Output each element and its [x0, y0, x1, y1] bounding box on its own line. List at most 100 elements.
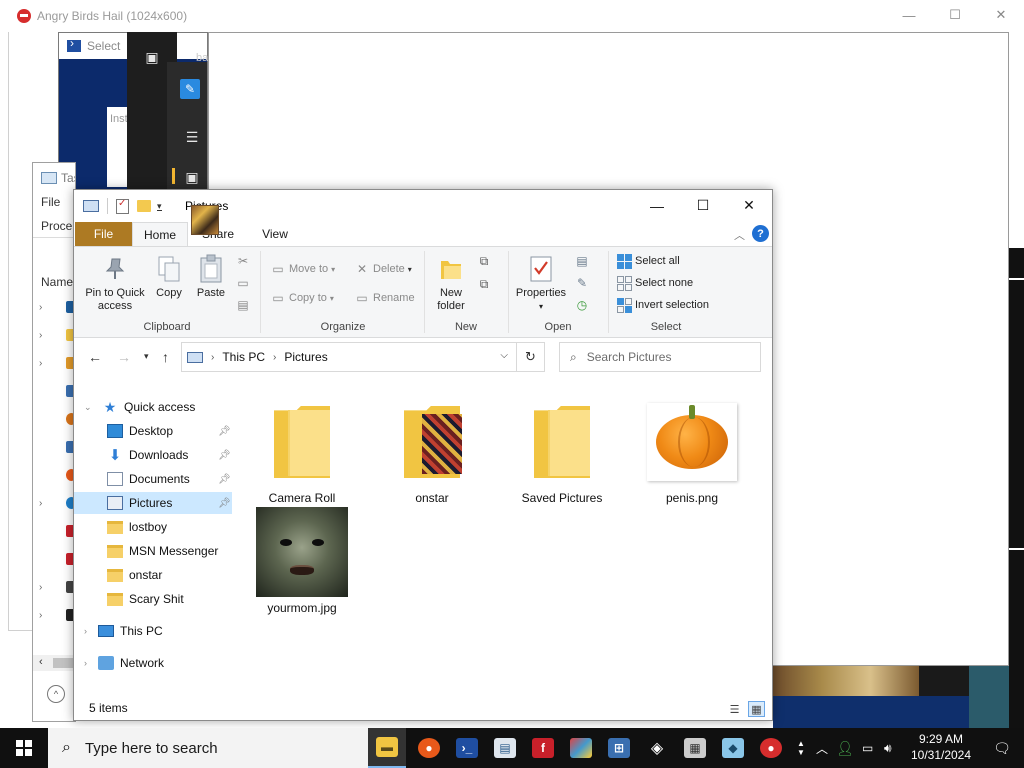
- taskbar-unity[interactable]: ◈: [638, 728, 676, 768]
- column-header-name[interactable]: Name: [41, 275, 73, 289]
- network-status-icon[interactable]: ▭: [862, 728, 880, 768]
- fewer-details-toggle[interactable]: ^ F: [39, 685, 75, 703]
- scroll-down-icon[interactable]: ▼: [797, 748, 805, 757]
- process-row[interactable]: [33, 405, 75, 433]
- back-arrow-icon[interactable]: ←: [88, 349, 102, 365]
- delete-button[interactable]: ✕ Delete ▾: [354, 261, 412, 277]
- properties-quick-icon[interactable]: [116, 198, 129, 214]
- close-button[interactable]: ✕: [726, 190, 772, 221]
- scroll-up-icon[interactable]: ▲: [797, 739, 805, 748]
- file-item-saved-pictures[interactable]: Saved Pictures: [514, 396, 610, 505]
- large-icons-view-icon[interactable]: ▦: [748, 701, 765, 717]
- breadcrumb-separator-icon[interactable]: ›: [273, 352, 276, 363]
- chevron-right-icon[interactable]: ›: [39, 498, 50, 509]
- cut-icon[interactable]: ✂: [235, 253, 251, 269]
- chevron-right-icon[interactable]: ›: [39, 582, 50, 593]
- scroll-left-icon[interactable]: ‹: [39, 656, 43, 668]
- file-item-penis-png[interactable]: penis.png: [644, 396, 740, 505]
- taskbar-search-box[interactable]: ⌕ Type here to search: [48, 728, 368, 768]
- new-folder-button[interactable]: New folder: [432, 253, 470, 313]
- up-arrow-icon[interactable]: ↑: [162, 349, 169, 365]
- taskbar-firefox[interactable]: ●: [410, 728, 448, 768]
- nav-item-pictures[interactable]: Pictures 📌︎: [74, 492, 232, 514]
- edit-icon[interactable]: ✎: [574, 275, 590, 291]
- chevron-right-icon[interactable]: ›: [39, 302, 50, 313]
- file-item-yourmom-jpg[interactable]: yourmom.jpg: [254, 506, 350, 615]
- horizontal-scrollbar[interactable]: ‹: [33, 655, 75, 671]
- photos-icon[interactable]: ▣: [142, 47, 162, 67]
- collapse-ribbon-icon[interactable]: ︿: [734, 227, 745, 243]
- taskbar-app[interactable]: ◆: [714, 728, 752, 768]
- breadcrumb-this-pc[interactable]: This PC: [222, 350, 265, 364]
- tab-file[interactable]: File: [75, 222, 132, 246]
- customize-toolbar-icon[interactable]: ▾: [157, 201, 162, 211]
- process-row[interactable]: ›: [33, 573, 75, 601]
- properties-button[interactable]: Properties ▾: [514, 253, 568, 313]
- close-button[interactable]: ✕: [978, 0, 1024, 30]
- paste-shortcut-icon[interactable]: ▤: [235, 297, 251, 313]
- new-item-icon[interactable]: ⧉: [476, 253, 492, 269]
- volume-icon[interactable]: 🔊︎: [884, 728, 902, 768]
- taskbar-powershell[interactable]: ›_: [448, 728, 486, 768]
- taskbar-scroller[interactable]: ▲ ▼: [794, 728, 808, 768]
- show-hidden-icons[interactable]: ︿: [816, 728, 830, 768]
- angry-birds-titlebar[interactable]: Angry Birds Hail (1024x600) — ☐ ✕: [0, 0, 1024, 32]
- taskbar-flash-player[interactable]: f: [524, 728, 562, 768]
- taskbar-photos[interactable]: [562, 728, 600, 768]
- nav-item-lostboy[interactable]: lostboy: [74, 516, 234, 538]
- invert-selection-button[interactable]: Invert selection: [616, 297, 709, 313]
- chevron-right-icon[interactable]: ›: [84, 658, 87, 668]
- process-row[interactable]: [33, 377, 75, 405]
- maximize-button[interactable]: ☐: [932, 0, 978, 30]
- taskbar-angry-birds[interactable]: ●: [752, 728, 790, 768]
- nav-item-documents[interactable]: Documents 📌︎: [74, 468, 234, 490]
- file-explorer-window[interactable]: ▾ Pictures — ☐ ✕ File Home Share View ︿ …: [73, 189, 773, 721]
- help-icon[interactable]: ?: [752, 225, 769, 242]
- recent-locations-icon[interactable]: ▾: [144, 351, 149, 362]
- dragged-file-thumbnail[interactable]: [191, 205, 219, 235]
- new-folder-quick-icon[interactable]: [137, 200, 151, 212]
- nav-item-downloads[interactable]: ⬇ Downloads 📌︎: [74, 444, 234, 466]
- chevron-down-icon[interactable]: ⌄: [84, 402, 92, 413]
- process-row[interactable]: [33, 433, 75, 461]
- pin-icon[interactable]: 📌︎: [218, 450, 231, 461]
- taskbar-network-app[interactable]: ⊞: [600, 728, 638, 768]
- tab-processes[interactable]: Proce: [41, 219, 72, 233]
- system-clock[interactable]: 9:29 AM 10/31/2024: [905, 731, 977, 763]
- process-row[interactable]: ›: [33, 489, 75, 517]
- explorer-titlebar[interactable]: ▾ Pictures — ☐ ✕: [74, 190, 772, 235]
- scrollbar-thumb[interactable]: [53, 658, 75, 668]
- hamburger-menu-icon[interactable]: ☰: [182, 127, 202, 147]
- process-row[interactable]: ›: [33, 601, 75, 629]
- nav-item-scary-shit[interactable]: Scary Shit: [74, 588, 234, 610]
- pin-to-quick-access-button[interactable]: Pin to Quick access: [82, 253, 148, 313]
- pin-icon[interactable]: 📌︎: [218, 498, 231, 509]
- task-manager-titlebar[interactable]: Task Manage: [33, 163, 75, 193]
- minimize-button[interactable]: —: [886, 0, 932, 30]
- task-manager-menu-file[interactable]: File: [41, 195, 60, 209]
- copy-path-icon[interactable]: ▭: [235, 275, 251, 291]
- edit-icon[interactable]: ✎: [180, 79, 200, 99]
- notification-center-icon[interactable]: 🗨︎: [980, 728, 1024, 768]
- history-icon[interactable]: ◷: [574, 297, 590, 313]
- move-to-button[interactable]: ▭ Move to ▾: [270, 261, 335, 277]
- open-icon[interactable]: ▤: [574, 253, 590, 269]
- process-row[interactable]: [33, 461, 75, 489]
- easy-access-icon[interactable]: ⧉: [476, 276, 492, 292]
- process-row[interactable]: ›: [33, 349, 75, 377]
- nav-network[interactable]: › Network: [74, 652, 234, 674]
- paste-button[interactable]: Paste: [192, 253, 230, 300]
- select-all-button[interactable]: Select all: [616, 253, 680, 269]
- rename-button[interactable]: ▭ Rename: [354, 290, 414, 306]
- file-item-onstar[interactable]: onstar: [384, 396, 480, 505]
- refresh-button[interactable]: ↻: [517, 342, 545, 372]
- nav-item-desktop[interactable]: Desktop 📌︎: [74, 420, 234, 442]
- photos-nav-icon[interactable]: ▣: [182, 167, 202, 187]
- nav-this-pc[interactable]: › This PC: [74, 620, 234, 642]
- chevron-right-icon[interactable]: ›: [84, 626, 87, 636]
- taskbar-app[interactable]: ▦: [676, 728, 714, 768]
- user-status-icon[interactable]: 👤︎: [836, 728, 856, 768]
- nav-item-onstar[interactable]: onstar: [74, 564, 234, 586]
- pin-icon[interactable]: 📌︎: [218, 474, 231, 485]
- forward-arrow-icon[interactable]: →: [117, 349, 131, 365]
